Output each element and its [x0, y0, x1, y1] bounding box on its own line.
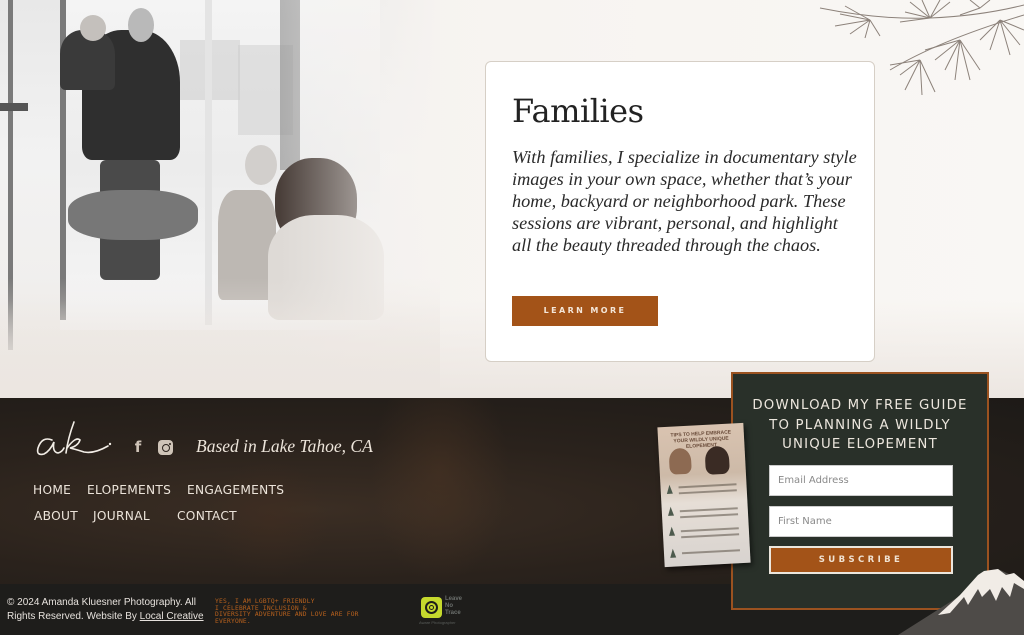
- families-card: Families With families, I specialize in …: [485, 61, 875, 362]
- footer-nav-contact[interactable]: CONTACT: [177, 509, 237, 523]
- hero-section: Families With families, I specialize in …: [0, 0, 1024, 398]
- tree-icon: [667, 506, 675, 516]
- location-text: Based in Lake Tahoe, CA: [196, 436, 373, 456]
- leave-no-trace-badge: Leave No Trace Aware Photographer: [419, 596, 475, 626]
- booklet-title: TIPS TO HELP EMBRACE YOUR WILDLY UNIQUE …: [670, 429, 732, 450]
- website-by-label: Website By: [86, 610, 137, 622]
- lgbtq-statement: YES, I AM LGBTQ+ FRIENDLY I CELEBRATE IN…: [215, 598, 395, 625]
- instagram-icon[interactable]: [158, 440, 173, 455]
- email-field[interactable]: [769, 465, 953, 496]
- learn-more-button[interactable]: LEARN MORE: [512, 296, 658, 326]
- card-description: With families, I specialize in documenta…: [512, 147, 857, 255]
- footer-nav-engagements[interactable]: ENGAGEMENTS: [187, 483, 284, 497]
- lnt-text: No: [445, 603, 453, 609]
- mountain-illustration: [898, 569, 1024, 635]
- footer-nav-journal[interactable]: JOURNAL: [93, 509, 150, 523]
- card-title: Families: [512, 92, 644, 130]
- lnt-text: Trace: [445, 610, 461, 616]
- local-creative-link[interactable]: Local Creative: [140, 611, 204, 622]
- footer-nav-elopements[interactable]: ELOPEMENTS: [87, 483, 171, 497]
- signup-heading: DOWNLOAD MY FREE GUIDE TO PLANNING A WIL…: [733, 396, 987, 455]
- lnt-text: Leave: [445, 596, 463, 602]
- copyright: © 2024 Amanda Kluesner Photography. All …: [7, 596, 207, 623]
- ak-logo[interactable]: [34, 418, 114, 460]
- photo-baby-hat: [80, 15, 106, 41]
- facebook-icon[interactable]: f: [132, 439, 144, 455]
- footer-nav-home[interactable]: HOME: [33, 483, 71, 497]
- tree-icon: [666, 484, 673, 494]
- guide-booklet-image: TIPS TO HELP EMBRACE YOUR WILDLY UNIQUE …: [657, 422, 751, 568]
- signup-heading-line: DOWNLOAD MY FREE GUIDE: [752, 398, 968, 413]
- photo-face: [128, 8, 154, 42]
- first-name-field[interactable]: [769, 506, 953, 537]
- door-handle: [0, 103, 28, 111]
- tree-icon: [668, 526, 676, 536]
- tree-icon: [669, 548, 677, 558]
- lgbtq-line: EVERYONE.: [215, 617, 251, 625]
- photo-girl-hat: [245, 145, 277, 185]
- signup-heading-line: UNIQUE ELOPEMENT: [782, 437, 938, 452]
- leave-no-trace-icon: [421, 597, 442, 618]
- footer-nav-about[interactable]: ABOUT: [34, 509, 78, 523]
- door-frame: [205, 0, 212, 325]
- photo-dog: [68, 190, 198, 240]
- signup-heading-line: TO PLANNING A WILDLY: [769, 417, 951, 433]
- lnt-subtitle: Aware Photographer: [419, 620, 456, 625]
